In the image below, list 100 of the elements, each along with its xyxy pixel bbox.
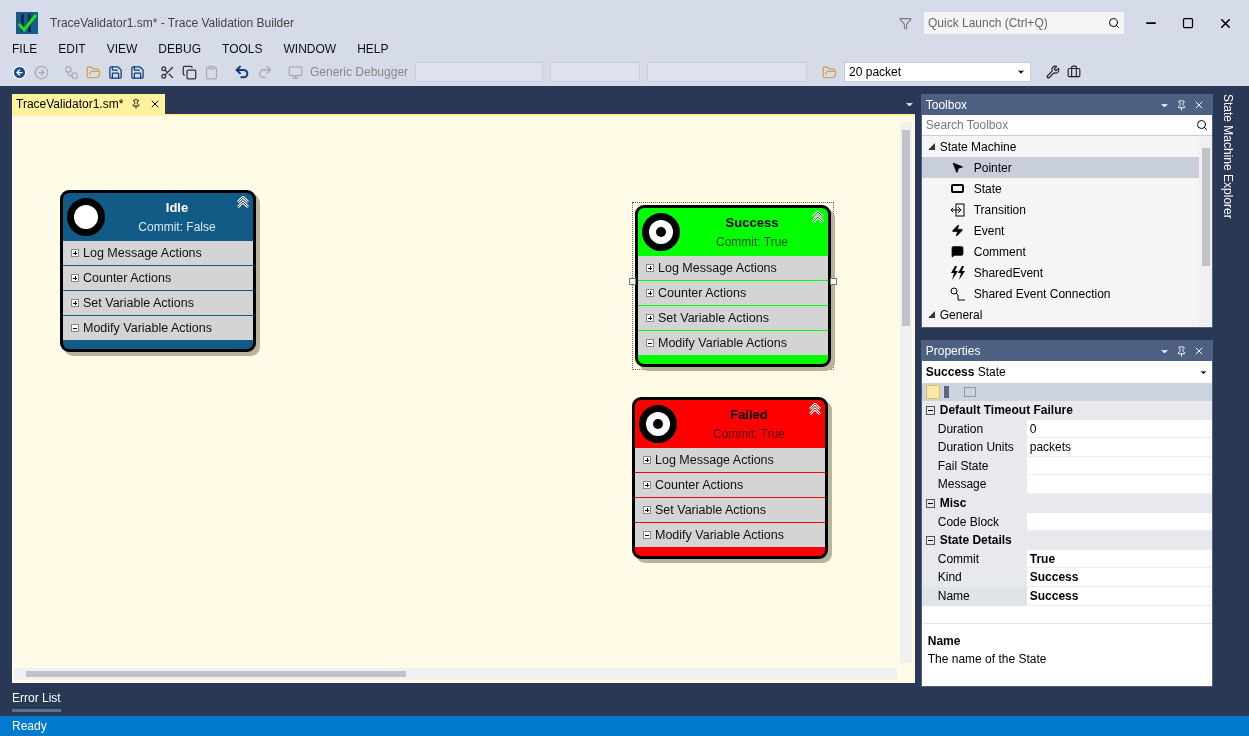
toolbox-item[interactable]: Event — [921, 220, 1199, 241]
state-commit: Commit: False — [138, 218, 216, 236]
expand-toggle[interactable] — [646, 264, 654, 272]
section-label: Modify Variable Actions — [655, 526, 784, 544]
property-value[interactable]: packets — [1026, 438, 1212, 457]
collapse-toggle[interactable] — [71, 324, 79, 332]
toolbox-group[interactable]: General — [921, 304, 1199, 325]
property-value[interactable]: Success — [1026, 568, 1212, 587]
speech-bubble-icon — [951, 245, 965, 258]
resize-handle[interactable] — [830, 278, 837, 285]
expand-toggle[interactable] — [71, 249, 79, 257]
toolbox-item[interactable]: SharedEvent — [921, 262, 1199, 283]
expand-toggle[interactable] — [643, 506, 651, 514]
menu-item[interactable]: FILE — [12, 40, 38, 58]
state-commit: Commit: True — [716, 233, 788, 251]
lightning-icon — [951, 224, 965, 237]
double-lightning-icon — [949, 265, 966, 280]
cut-icon[interactable] — [160, 64, 175, 80]
maximize-icon[interactable] — [1182, 17, 1194, 29]
undo-icon[interactable] — [234, 64, 250, 80]
close-icon[interactable] — [1193, 99, 1205, 111]
collapse-toggle[interactable] — [646, 339, 654, 347]
menu-item[interactable]: EDIT — [58, 40, 86, 58]
side-panel-tab[interactable]: State Machine Explorer — [1219, 94, 1237, 219]
menu-item[interactable]: VIEW — [106, 40, 138, 58]
collapse-chevrons-icon[interactable] — [237, 196, 249, 208]
toolbox-item[interactable]: State — [921, 178, 1199, 199]
initial-state-icon — [67, 198, 105, 236]
collapse-chevrons-icon[interactable] — [812, 211, 824, 223]
property-category[interactable]: State Details — [921, 531, 1212, 550]
error-list-tab[interactable]: Error List — [12, 689, 61, 712]
collapse-toggle[interactable] — [643, 531, 651, 539]
panel-title: Properties — [925, 343, 982, 360]
section-label: Set Variable Actions — [658, 309, 769, 327]
toolbox-group[interactable]: State Machine — [921, 136, 1199, 157]
property-category[interactable]: Default Timeout Failure — [921, 401, 1212, 420]
app-logo-icon — [16, 12, 38, 34]
back-icon[interactable] — [12, 64, 27, 80]
toolbox-item[interactable]: Pointer — [921, 157, 1199, 178]
menu-item[interactable]: TOOLS — [222, 40, 263, 58]
section-label: Log Message Actions — [83, 244, 202, 262]
close-icon[interactable] — [1193, 345, 1205, 357]
section-label: Log Message Actions — [658, 259, 777, 277]
final-state-icon — [642, 213, 680, 251]
quick-launch-field[interactable]: Quick Launch (Ctrl+Q) — [924, 12, 1104, 34]
expand-toggle[interactable] — [646, 289, 654, 297]
final-state-icon — [639, 405, 677, 443]
state-shape-icon — [951, 184, 965, 193]
copy-icon[interactable] — [182, 64, 197, 80]
expanded-triangle-icon — [927, 143, 935, 150]
expand-toggle[interactable] — [646, 314, 654, 322]
pin-icon[interactable] — [131, 99, 142, 109]
panel-title: Toolbox — [925, 97, 969, 114]
vertical-scrollbar[interactable] — [899, 122, 912, 663]
expand-toggle[interactable] — [71, 274, 79, 282]
horizontal-scrollbar[interactable] — [14, 668, 897, 680]
pointer-icon — [951, 161, 965, 174]
section-label: Counter Actions — [658, 284, 747, 302]
state-name: Failed — [730, 406, 768, 425]
menu-item[interactable]: WINDOW — [283, 40, 337, 58]
menu-item[interactable]: DEBUG — [158, 40, 202, 58]
window-title: TraceValidator1.sm* - Trace Validation Builder — [50, 15, 294, 32]
packet-dropdown[interactable]: 20 packet — [844, 62, 1032, 82]
caret-icon — [1016, 67, 1027, 77]
expand-toggle[interactable] — [71, 299, 79, 307]
resize-handle[interactable] — [629, 278, 636, 285]
section-label: Modify Variable Actions — [83, 319, 212, 337]
document-tab[interactable]: TraceValidator1.sm* — [12, 94, 166, 114]
section-label: Set Variable Actions — [83, 294, 194, 312]
state-name: Success — [725, 214, 779, 233]
state-commit: Commit: True — [713, 425, 785, 443]
status-text: Ready — [12, 718, 47, 735]
pin-icon[interactable] — [1176, 99, 1187, 111]
pin-icon[interactable] — [1176, 345, 1187, 357]
save-icon[interactable] — [108, 64, 123, 80]
search-icon[interactable] — [1104, 12, 1124, 34]
search-icon[interactable] — [1196, 119, 1208, 131]
toolbox-icon[interactable] — [1067, 65, 1082, 79]
section-label: Set Variable Actions — [655, 501, 766, 519]
section-label: Modify Variable Actions — [658, 334, 787, 352]
section-label: Counter Actions — [83, 269, 172, 287]
toolbox-item[interactable]: Transition — [921, 199, 1199, 220]
collapse-chevrons-icon[interactable] — [809, 403, 821, 415]
wrench-icon[interactable] — [1046, 65, 1061, 79]
vertical-scrollbar[interactable] — [1199, 136, 1212, 327]
toolbox-item[interactable]: Comment — [921, 241, 1199, 262]
save-all-icon[interactable] — [130, 64, 145, 80]
section-label: Counter Actions — [655, 476, 744, 494]
design-canvas[interactable] — [12, 114, 915, 683]
object-selector[interactable]: Success State — [921, 361, 1212, 383]
expand-toggle[interactable] — [643, 481, 651, 489]
state-name: Idle — [165, 199, 189, 218]
menu-item[interactable]: HELP — [357, 40, 389, 58]
transition-icon — [949, 202, 966, 217]
connector-icon — [949, 286, 966, 301]
description-title: Name — [927, 632, 962, 650]
toolbox-item[interactable]: Shared Event Connection — [921, 283, 1199, 304]
section-label: Log Message Actions — [655, 451, 774, 469]
expand-toggle[interactable] — [643, 456, 651, 464]
expanded-triangle-icon — [927, 311, 935, 318]
